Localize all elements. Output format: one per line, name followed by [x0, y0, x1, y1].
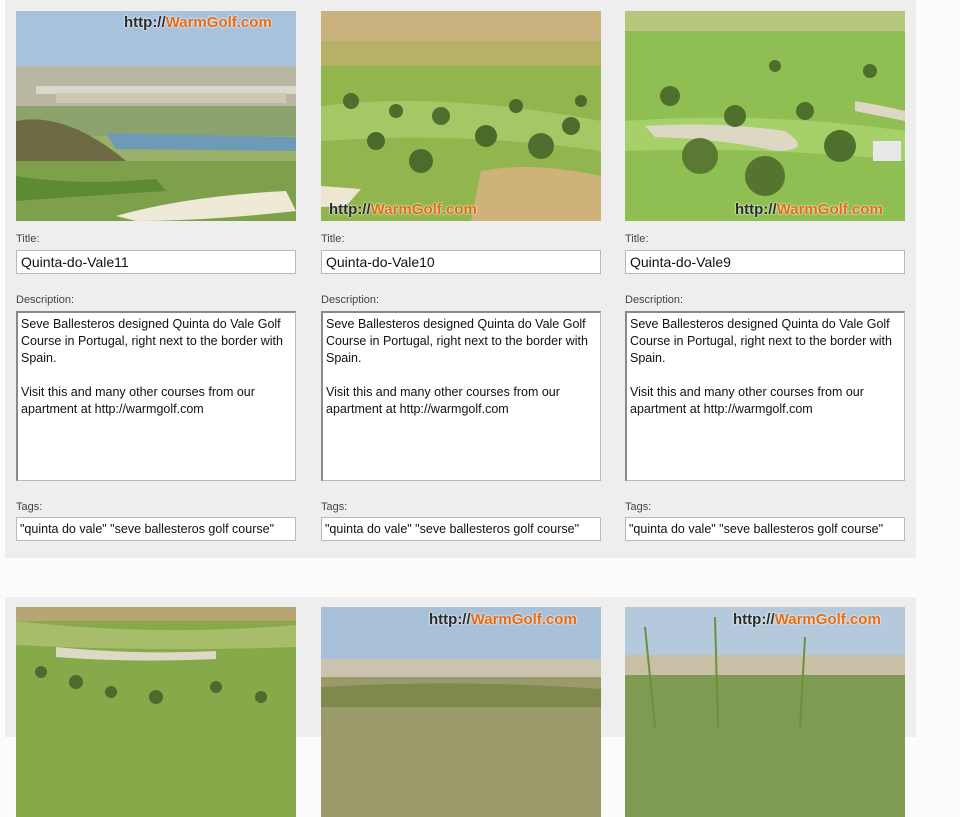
watermark: http://WarmGolf.com	[124, 14, 272, 31]
watermark: http://WarmGolf.com	[429, 611, 577, 628]
description-label: Description:	[625, 294, 684, 306]
description-textarea[interactable]: Seve Ballesteros designed Quinta do Vale…	[16, 311, 296, 481]
watermark: http://WarmGolf.com	[329, 201, 477, 218]
description-textarea[interactable]: Seve Ballesteros designed Quinta do Vale…	[625, 311, 905, 481]
description-label: Description:	[16, 294, 75, 306]
title-label: Title:	[625, 233, 649, 245]
photo-batch-panel: http://WarmGolf.com http://WarmGolf.com	[5, 597, 916, 817]
title-input[interactable]: Quinta-do-Vale10	[321, 250, 601, 274]
photo-thumbnail[interactable]: http://WarmGolf.com	[625, 11, 905, 221]
photo-thumbnail[interactable]: http://WarmGolf.com	[625, 607, 905, 817]
title-label: Title:	[16, 233, 40, 245]
photo-thumbnail[interactable]: http://WarmGolf.com	[16, 11, 296, 221]
title-input[interactable]: Quinta-do-Vale11	[16, 250, 296, 274]
watermark: http://WarmGolf.com	[733, 611, 881, 628]
photo-batch-panel: http://WarmGolf.com Title: Quinta-do-Val…	[5, 0, 916, 558]
watermark: http://WarmGolf.com	[735, 201, 883, 218]
tags-label: Tags:	[321, 501, 348, 513]
tags-input[interactable]: "quinta do vale" "seve ballesteros golf …	[625, 517, 905, 541]
tags-label: Tags:	[625, 501, 652, 513]
tags-label: Tags:	[16, 501, 43, 513]
title-label: Title:	[321, 233, 345, 245]
description-textarea[interactable]: Seve Ballesteros designed Quinta do Vale…	[321, 311, 601, 481]
photo-thumbnail[interactable]: http://WarmGolf.com	[321, 607, 601, 817]
description-label: Description:	[321, 294, 380, 306]
photo-thumbnail[interactable]	[16, 607, 296, 817]
photo-thumbnail[interactable]: http://WarmGolf.com	[321, 11, 601, 221]
tags-input[interactable]: "quinta do vale" "seve ballesteros golf …	[321, 517, 601, 541]
title-input[interactable]: Quinta-do-Vale9	[625, 250, 905, 274]
tags-input[interactable]: "quinta do vale" "seve ballesteros golf …	[16, 517, 296, 541]
